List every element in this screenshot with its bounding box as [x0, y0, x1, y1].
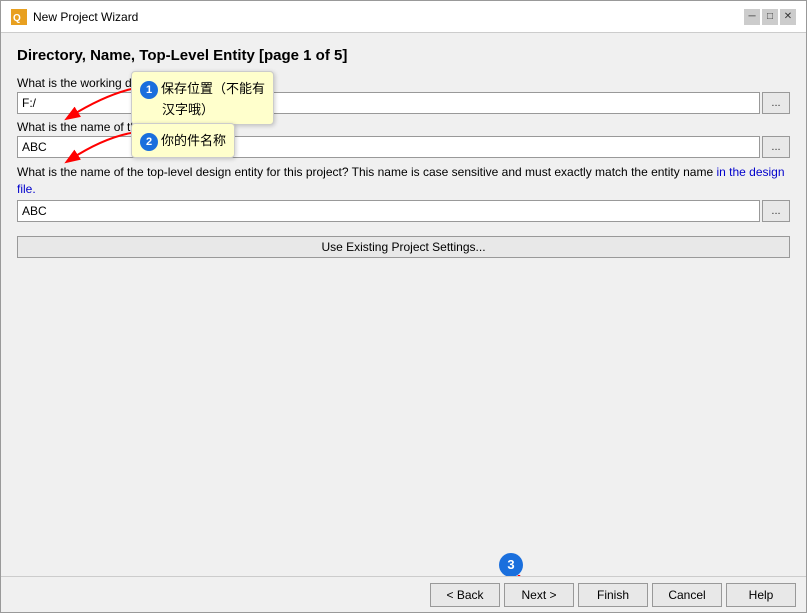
working-dir-section: What is the working directory for this p… — [17, 76, 790, 114]
finish-button[interactable]: Finish — [578, 583, 648, 607]
maximize-button[interactable]: □ — [762, 9, 778, 25]
project-name-section: What is the name of this project? ... — [17, 120, 790, 158]
top-entity-description-text: What is the name of the top-level design… — [17, 165, 713, 179]
project-name-label: What is the name of this project? — [17, 120, 790, 134]
new-project-wizard-window: Q New Project Wizard ─ □ ✕ Directory, Na… — [0, 0, 807, 613]
close-button[interactable]: ✕ — [780, 9, 796, 25]
back-button[interactable]: < Back — [430, 583, 500, 607]
project-name-input-row: ... — [17, 136, 790, 158]
arrow-3 — [499, 573, 539, 576]
working-dir-input[interactable] — [17, 92, 760, 114]
svg-text:Q: Q — [13, 13, 21, 24]
wizard-content: Directory, Name, Top-Level Entity [page … — [1, 33, 806, 576]
working-dir-label: What is the working directory for this p… — [17, 76, 790, 90]
browse-top-entity-button[interactable]: ... — [762, 200, 790, 222]
help-button[interactable]: Help — [726, 583, 796, 607]
page-title: Directory, Name, Top-Level Entity [page … — [17, 47, 790, 64]
next-button[interactable]: Next > — [504, 583, 574, 607]
working-dir-input-row: ... — [17, 92, 790, 114]
browse-project-name-button[interactable]: ... — [762, 136, 790, 158]
window-title: New Project Wizard — [33, 10, 138, 24]
use-existing-settings-button[interactable]: Use Existing Project Settings... — [17, 236, 790, 258]
title-bar-left: Q New Project Wizard — [11, 9, 138, 25]
title-bar-controls: ─ □ ✕ — [744, 9, 796, 25]
top-entity-section: What is the name of the top-level design… — [17, 164, 790, 222]
minimize-button[interactable]: ─ — [744, 9, 760, 25]
cancel-button[interactable]: Cancel — [652, 583, 722, 607]
app-icon: Q — [11, 9, 27, 25]
bottom-bar: < Back Next > Finish Cancel Help — [1, 576, 806, 612]
browse-working-dir-button[interactable]: ... — [762, 92, 790, 114]
title-bar: Q New Project Wizard ─ □ ✕ — [1, 1, 806, 33]
top-entity-input-row: ... — [17, 200, 790, 222]
main-empty-area — [17, 258, 790, 566]
top-entity-input[interactable] — [17, 200, 760, 222]
top-entity-description: What is the name of the top-level design… — [17, 164, 790, 198]
project-name-input[interactable] — [17, 136, 760, 158]
